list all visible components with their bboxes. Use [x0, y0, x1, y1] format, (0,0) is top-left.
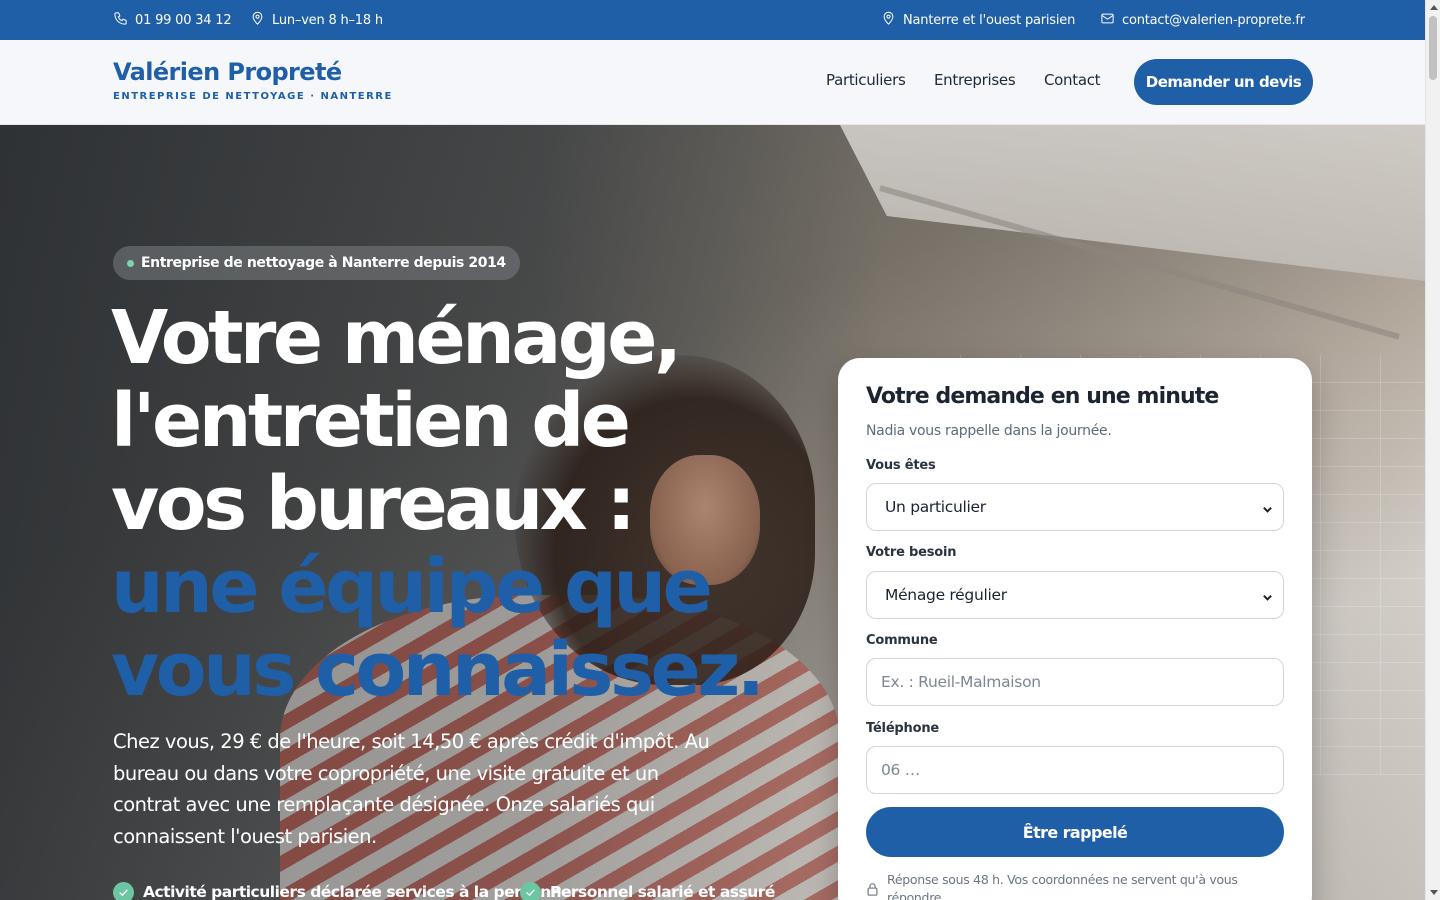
field-label-customer-type: Vous êtes	[866, 458, 936, 473]
brand-tagline: ENTREPRISE DE NETTOYAGE · NANTERRE	[113, 91, 393, 102]
hero-badge-text: Entreprise de nettoyage à Nanterre depui…	[141, 255, 506, 271]
field-label-phone: Téléphone	[866, 721, 939, 736]
check-icon	[113, 881, 134, 900]
need-select[interactable]: Ménage régulier	[866, 571, 1284, 619]
topbar-hours: Lun–ven 8 h–18 h	[250, 0, 383, 40]
map-pin-icon	[250, 11, 265, 30]
form-title: Votre demande en une minute	[866, 384, 1219, 409]
privacy-note: Réponse sous 48 h. Vos coordonnées ne se…	[887, 872, 1238, 900]
lock-icon	[866, 881, 879, 896]
form-subtitle: Nadia vous rappelle dans la journée.	[866, 423, 1112, 439]
scroll-down-arrow[interactable]	[1430, 890, 1438, 895]
scroll-up-arrow[interactable]	[1430, 5, 1438, 10]
topbar-email-text: contact@valerien-proprete.fr	[1122, 12, 1305, 28]
hero-check-1: Activité particuliers déclarée services …	[113, 881, 572, 900]
chevron-down-icon	[1262, 501, 1273, 513]
topbar-area-text: Nanterre et l'ouest parisien	[903, 12, 1076, 28]
topbar-hours-text: Lun–ven 8 h–18 h	[272, 12, 383, 28]
hero-title-line-2: l'entretien de	[111, 378, 631, 464]
site-header: Valérien Propreté ENTREPRISE DE NETTOYAG…	[0, 40, 1425, 125]
hero-check-2-text: Personnel salarié et assuré	[550, 883, 775, 900]
hero-title-line-3: vos bureaux :	[111, 461, 636, 547]
topbar-email[interactable]: contact@valerien-proprete.fr	[1100, 0, 1305, 40]
phone-placeholder: 06 …	[881, 761, 920, 779]
hero-check-1-text: Activité particuliers déclarée services …	[143, 883, 572, 900]
nav-particuliers[interactable]: Particuliers	[826, 71, 906, 89]
phone-icon	[113, 11, 128, 30]
page-scrollbar[interactable]	[1425, 0, 1440, 900]
scroll-thumb[interactable]	[1429, 16, 1437, 80]
topbar-area: Nanterre et l'ouest parisien	[881, 0, 1075, 40]
request-quote-button[interactable]: Demander un devis	[1134, 59, 1313, 105]
hero-title-line-4: une équipe que	[111, 544, 713, 630]
need-value: Ménage régulier	[885, 586, 1007, 604]
town-input[interactable]: Ex. : Rueil-Malmaison	[866, 658, 1284, 706]
customer-type-select[interactable]: Un particulier	[866, 483, 1284, 531]
hero-lead: Chez vous, 29 € de l'heure, soit 14,50 €…	[113, 730, 710, 848]
customer-type-value: Un particulier	[885, 498, 986, 516]
nav-contact[interactable]: Contact	[1044, 71, 1101, 89]
hero-title-line-5: vous connaissez.	[111, 627, 765, 713]
nav-entreprises[interactable]: Entreprises	[934, 71, 1016, 89]
check-icon	[520, 881, 541, 900]
hero-check-2: Personnel salarié et assuré	[520, 881, 775, 900]
chevron-down-icon	[1262, 589, 1273, 601]
badge-dot	[127, 260, 134, 267]
top-bar: 01 99 00 34 12 Lun–ven 8 h–18 h Nanterre…	[0, 0, 1425, 40]
topbar-phone[interactable]: 01 99 00 34 12	[113, 0, 232, 40]
hero-background-hood	[840, 125, 1425, 281]
field-label-need: Votre besoin	[866, 545, 957, 560]
hero-title-line-1: Votre ménage,	[111, 295, 682, 381]
brand-name[interactable]: Valérien Propreté	[113, 58, 342, 86]
field-label-town: Commune	[866, 633, 938, 648]
hero-badge: Entreprise de nettoyage à Nanterre depui…	[113, 246, 520, 280]
callback-form-card: Votre demande en une minute Nadia vous r…	[838, 358, 1312, 900]
town-placeholder: Ex. : Rueil-Malmaison	[881, 673, 1041, 691]
phone-input[interactable]: 06 …	[866, 746, 1284, 794]
mail-icon	[1100, 11, 1115, 30]
topbar-phone-text: 01 99 00 34 12	[135, 12, 232, 28]
callback-submit-button[interactable]: Être rappelé	[866, 807, 1284, 857]
map-pin-icon	[881, 11, 896, 30]
